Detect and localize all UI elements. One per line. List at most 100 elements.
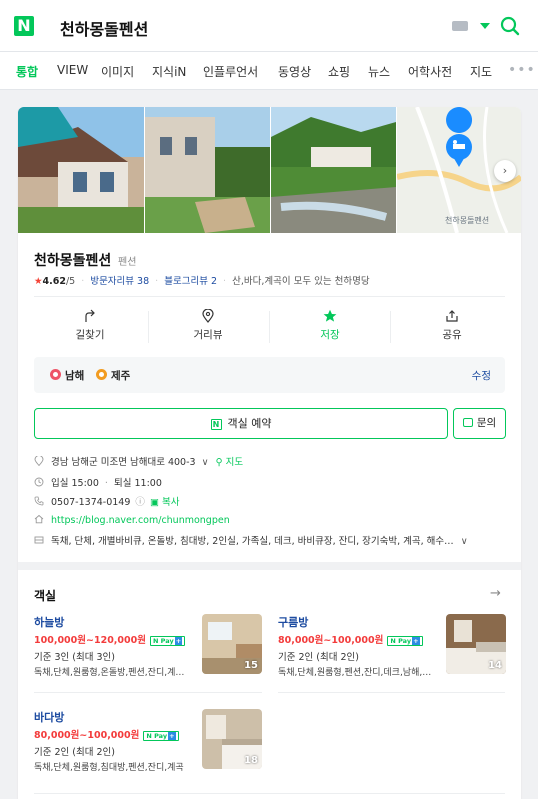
tab-view[interactable]: VIEW <box>57 63 88 77</box>
divider <box>34 296 505 297</box>
arrow-right-icon[interactable]: → <box>490 586 501 601</box>
address-text[interactable]: 경남 남해군 미조면 남해대로 400-3 <box>51 457 196 468</box>
tab-map[interactable]: 지도 <box>470 63 492 80</box>
photo-count: 15 <box>244 660 258 671</box>
tab-all[interactable]: 통합 <box>16 63 38 80</box>
room-name[interactable]: 하늘방 <box>34 614 64 630</box>
keyboard-icon[interactable] <box>452 21 468 31</box>
inquiry-button[interactable]: 문의 <box>453 408 506 439</box>
top-bar: N 천하몽돌펜션 <box>0 0 538 52</box>
place-card: 천하몽돌펜션 › 천하몽돌펜션 펜션 ★4.62/5 · 방문자리뷰 38 · … <box>18 107 521 799</box>
next-photo-button[interactable]: › <box>494 160 516 182</box>
blog-reviews-link[interactable]: 블로그리뷰 2 <box>164 276 217 287</box>
room-price-text: 100,000원~120,000원 <box>34 635 146 646</box>
checkin-time: 입실 15:00 <box>51 478 99 489</box>
room-photo[interactable]: 14 <box>446 614 506 674</box>
inquiry-label: 문의 <box>476 417 497 429</box>
reserve-label: 객실 예약 <box>227 417 272 430</box>
room-capacity: 기준 2인 (최대 2인) <box>34 747 116 758</box>
naver-logo[interactable]: N <box>14 16 34 36</box>
tab-kin[interactable]: 지식iN <box>152 63 186 80</box>
phone-number[interactable]: 0507-1374-0149 <box>51 497 130 508</box>
photo-count: 14 <box>488 660 502 671</box>
action-bar: 길찾기 거리뷰 저장 공유 <box>18 307 521 347</box>
room-name[interactable]: 구름방 <box>278 614 308 630</box>
amenities-text[interactable]: 독채, 단체, 개별바비큐, 온돌방, 침대방, 2인실, 가족실, 데크, 바… <box>51 536 454 547</box>
tab-dictionary[interactable]: 어학사전 <box>408 63 452 80</box>
chat-icon <box>462 418 473 427</box>
directions-label: 길찾기 <box>75 329 105 341</box>
search-icon[interactable] <box>500 16 520 36</box>
share-icon <box>446 310 458 322</box>
region-box: 남해 제주 수정 <box>34 357 505 393</box>
chevron-down-icon[interactable]: ∨ <box>461 536 468 547</box>
more-tabs-icon[interactable]: ••• <box>508 62 536 78</box>
room-tags: 독채,단체,원룸형,침대방,펜션,잔디,계곡 <box>34 763 184 773</box>
region-tag-jeju[interactable]: 제주 <box>96 368 130 383</box>
npay-plus: + <box>174 637 183 645</box>
npay-badge: N Pay + <box>143 731 179 741</box>
star-icon <box>323 309 337 322</box>
tab-news[interactable]: 뉴스 <box>368 63 390 80</box>
npay-plus: + <box>412 637 420 645</box>
website-link[interactable]: https://blog.naver.com/chunmongpen <box>51 515 230 526</box>
room-price-text: 80,000원~100,000원 <box>278 635 384 646</box>
room-photo[interactable]: 18 <box>202 709 262 769</box>
website-row: https://blog.naver.com/chunmongpen <box>34 514 230 526</box>
search-query[interactable]: 천하몽돌펜션 <box>60 16 148 40</box>
room-capacity: 기준 3인 (최대 3인) <box>34 652 116 663</box>
phone-row: 0507-1374-0149 ⓘ ▣ 복사 <box>34 494 179 508</box>
tab-video[interactable]: 동영상 <box>278 63 311 80</box>
streetview-button[interactable]: 거리뷰 <box>150 307 266 347</box>
room-card[interactable]: 바다방 80,000원~100,000원 N Pay + 기준 2인 (최대 2인)… <box>34 709 269 779</box>
room-price-text: 80,000원~100,000원 <box>34 730 140 741</box>
visitor-reviews-link[interactable]: 방문자리뷰 38 <box>90 276 149 287</box>
region-tag-namhae[interactable]: 남해 <box>50 368 84 383</box>
pin-icon <box>50 369 61 380</box>
save-button[interactable]: 저장 <box>272 307 388 347</box>
divider <box>269 311 270 343</box>
photo-count: 18 <box>244 755 258 766</box>
room-card[interactable]: 하늘방 100,000원~120,000원 N Pay + 기준 3인 (최대 3인… <box>34 614 269 684</box>
streetview-label: 거리뷰 <box>193 329 223 341</box>
reserve-room-button[interactable]: N 객실 예약 <box>34 408 448 439</box>
directions-button[interactable]: 길찾기 <box>32 307 148 347</box>
map-link[interactable]: ⚲ 지도 <box>216 457 243 468</box>
room-tags: 독채,단체,원룸형,온돌방,펜션,잔디,계곡,해수욕장 <box>34 668 189 678</box>
hours-row: 입실 15:00 · 퇴실 11:00 <box>34 475 162 489</box>
npay-label: N Pay <box>146 732 168 740</box>
room-name[interactable]: 바다방 <box>34 709 64 725</box>
rating-row: ★4.62/5 · 방문자리뷰 38 · 블로그리뷰 2 · 산,바다,계곡이 … <box>34 273 370 287</box>
place-name[interactable]: 천하몽돌펜션 <box>34 250 111 270</box>
section-separator <box>18 562 521 570</box>
region-label: 제주 <box>111 370 131 382</box>
tab-influencer[interactable]: 인플루언서 <box>203 63 258 80</box>
separator-dot: · <box>155 276 159 287</box>
npay-plus: + <box>168 732 176 740</box>
tab-shopping[interactable]: 쇼핑 <box>328 63 350 80</box>
tab-images[interactable]: 이미지 <box>101 63 134 80</box>
location-icon <box>34 456 44 466</box>
place-tagline: 산,바다,계곡이 모두 있는 천하명당 <box>232 276 370 287</box>
chevron-down-icon[interactable] <box>480 23 490 29</box>
photo-3[interactable] <box>271 107 396 233</box>
address-row: 경남 남해군 미조면 남해대로 400-3 ∨ ⚲ 지도 <box>34 454 243 468</box>
streetview-icon <box>202 309 214 323</box>
chevron-down-icon[interactable]: ∨ <box>202 457 209 468</box>
photo-1[interactable] <box>18 107 144 233</box>
room-card[interactable]: 구름방 80,000원~100,000원 N Pay + 기준 2인 (최대 2인)… <box>278 614 513 684</box>
rating-value: 4.62 <box>42 276 66 287</box>
room-price: 100,000원~120,000원 N Pay + <box>34 632 186 646</box>
copy-button[interactable]: ▣ 복사 <box>150 497 179 508</box>
info-icon[interactable]: ⓘ <box>135 497 145 508</box>
clock-icon <box>34 477 44 487</box>
rooms-section-title: 객실 <box>34 589 57 603</box>
star-icon: ★ <box>34 276 43 287</box>
separator-dot: · <box>223 276 227 287</box>
photo-2[interactable] <box>145 107 270 233</box>
npay-label: N Pay <box>152 637 174 645</box>
room-capacity: 기준 2인 (최대 2인) <box>278 652 360 663</box>
edit-regions-link[interactable]: 수정 <box>472 368 491 383</box>
share-button[interactable]: 공유 <box>394 307 510 347</box>
room-photo[interactable]: 15 <box>202 614 262 674</box>
